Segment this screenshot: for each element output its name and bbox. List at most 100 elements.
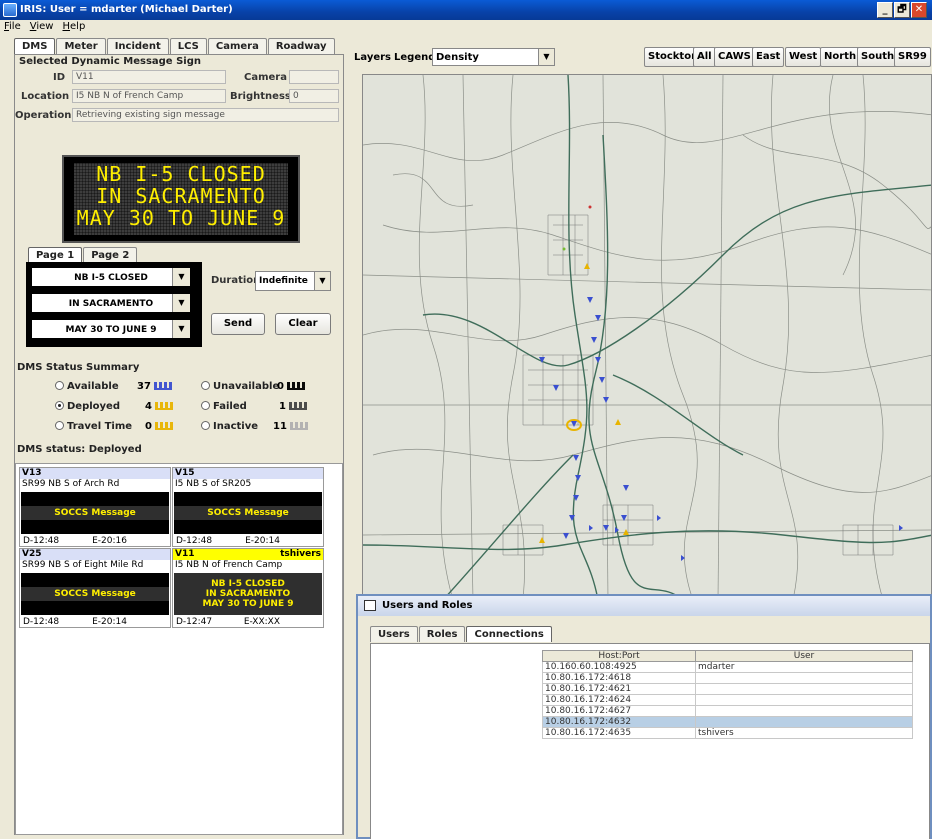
- count-value: 1: [279, 401, 286, 412]
- legend-select[interactable]: Density ▼: [432, 48, 555, 66]
- column-header-host-port[interactable]: Host:Port: [542, 650, 696, 662]
- camera-field[interactable]: [289, 70, 339, 84]
- available-count: 37: [137, 381, 172, 392]
- radio-label: Unavailable: [213, 381, 280, 392]
- layers-menu[interactable]: Layers: [354, 52, 391, 63]
- dms-card-list: V13 SR99 NB S of Arch Rd SOCCS Message D…: [15, 463, 343, 835]
- message-line-1-select[interactable]: NB I-5 CLOSED ▼: [31, 267, 191, 287]
- users-roles-tab-bar: Users Roles Connections: [370, 626, 553, 642]
- tab-roles[interactable]: Roles: [418, 626, 466, 642]
- radio-deployed[interactable]: Deployed: [55, 401, 120, 412]
- tab-users[interactable]: Users: [370, 626, 418, 642]
- column-header-user[interactable]: User: [695, 650, 913, 662]
- maximize-button[interactable]: 🗗: [894, 2, 910, 18]
- card-expire-time: E-20:14: [92, 617, 127, 627]
- send-button[interactable]: Send: [211, 313, 265, 335]
- host-port-cell: 10.80.16.172:4635: [542, 727, 696, 739]
- chevron-down-icon[interactable]: ▼: [172, 294, 190, 312]
- message-line-2-select[interactable]: IN SACRAMENTO ▼: [31, 293, 191, 313]
- card-message-line: MAY 30 TO JUNE 9: [202, 599, 294, 609]
- card-message-display: SOCCS Message: [174, 492, 322, 534]
- view-sr99-button[interactable]: SR99: [894, 47, 931, 67]
- table-row-selected[interactable]: 10.80.16.172:4632: [542, 716, 913, 728]
- tab-lcs[interactable]: LCS: [169, 38, 207, 54]
- users-roles-title-bar: Users and Roles: [358, 596, 930, 616]
- table-row[interactable]: 10.80.16.172:4618: [542, 672, 913, 684]
- card-user: tshivers: [280, 549, 321, 559]
- dms-card-v25[interactable]: V25 SR99 NB S of Eight Mile Rd SOCCS Mes…: [19, 548, 171, 628]
- minimize-button[interactable]: _: [877, 2, 893, 18]
- dms-card-v11[interactable]: V11 tshivers I5 NB N of French Camp NB I-…: [172, 548, 324, 628]
- menu-view[interactable]: View: [26, 20, 59, 32]
- view-caws-button[interactable]: CAWS: [714, 47, 755, 67]
- radio-travel-time[interactable]: Travel Time: [55, 421, 132, 432]
- radio-dot: [201, 401, 210, 410]
- table-row[interactable]: 10.80.16.172:4624: [542, 694, 913, 706]
- view-east-button[interactable]: East: [752, 47, 785, 67]
- sign-line-3: MAY 30 TO JUNE 9: [76, 206, 286, 230]
- radio-failed[interactable]: Failed: [201, 401, 247, 412]
- table-row[interactable]: 10.80.16.172:4627: [542, 705, 913, 717]
- radio-dot: [201, 381, 210, 390]
- card-location: I5 NB N of French Camp: [175, 560, 283, 570]
- dms-status-icon: [153, 382, 172, 390]
- chevron-down-icon[interactable]: ▼: [172, 268, 190, 286]
- menu-file[interactable]: File: [0, 20, 26, 32]
- clear-button[interactable]: Clear: [275, 313, 331, 335]
- dms-card-v13[interactable]: V13 SR99 NB S of Arch Rd SOCCS Message D…: [19, 467, 171, 547]
- table-row[interactable]: 10.160.60.108:4925 mdarter: [542, 661, 913, 673]
- tab-meter[interactable]: Meter: [56, 38, 106, 54]
- close-button[interactable]: ✕: [911, 2, 927, 18]
- tab-incident[interactable]: Incident: [106, 38, 169, 54]
- card-footer: D-12:47 E-XX:XX: [173, 617, 283, 628]
- user-cell: [695, 694, 913, 706]
- host-port-cell: 10.80.16.172:4624: [542, 694, 696, 706]
- message-composer: NB I-5 CLOSED ▼ IN SACRAMENTO ▼ MAY 30 TO …: [26, 262, 202, 347]
- radio-available[interactable]: Available: [55, 381, 119, 392]
- view-west-button[interactable]: West: [785, 47, 822, 67]
- radio-unavailable[interactable]: Unavailable: [201, 381, 279, 392]
- dms-status-label: DMS status: Deployed: [17, 444, 142, 455]
- window-title: IRIS: User = mdarter (Michael Darter): [20, 4, 233, 15]
- message-line-3-select[interactable]: MAY 30 TO JUNE 9 ▼: [31, 319, 191, 339]
- card-message-line: SOCCS Message: [21, 506, 169, 520]
- legend-label: Legend: [394, 52, 436, 63]
- dms-card-v15[interactable]: V15 I5 NB S of SR205 SOCCS Message D-12:…: [172, 467, 324, 547]
- table-row[interactable]: 10.80.16.172:4621: [542, 683, 913, 695]
- host-port-cell: 10.80.16.172:4618: [542, 672, 696, 684]
- card-footer: D-12:48 E-20:16: [20, 536, 130, 547]
- radio-label: Failed: [213, 401, 247, 412]
- card-deployed-time: D-12:48: [23, 617, 60, 627]
- selected-sign-title: Selected Dynamic Message Sign: [19, 56, 201, 67]
- view-south-button[interactable]: South: [857, 47, 899, 67]
- card-id: V25: [22, 549, 42, 559]
- view-north-button[interactable]: North: [820, 47, 861, 67]
- dms-status-icon: [289, 422, 308, 430]
- tab-dms[interactable]: DMS: [14, 38, 56, 54]
- card-id: V11: [175, 549, 195, 559]
- map-canvas[interactable]: [363, 75, 932, 599]
- card-message-line: NB I-5 CLOSED: [211, 579, 285, 589]
- menu-help[interactable]: Help: [58, 20, 90, 32]
- dms-status-icon: [286, 382, 305, 390]
- tab-camera[interactable]: Camera: [207, 38, 267, 54]
- tab-page-2[interactable]: Page 2: [83, 247, 138, 263]
- tab-roadway[interactable]: Roadway: [267, 38, 335, 54]
- tab-connections[interactable]: Connections: [466, 626, 552, 642]
- tab-page-1[interactable]: Page 1: [28, 247, 83, 263]
- view-all-button[interactable]: All: [693, 47, 716, 67]
- duration-value: Indefinite: [259, 276, 308, 286]
- duration-select[interactable]: Indefinite ▼: [255, 271, 331, 291]
- card-expire-time: E-XX:XX: [243, 617, 280, 627]
- chevron-down-icon[interactable]: ▼: [314, 272, 330, 290]
- radio-inactive[interactable]: Inactive: [201, 421, 258, 432]
- user-cell: [695, 672, 913, 684]
- location-field: I5 NB N of French Camp: [72, 89, 226, 103]
- table-row[interactable]: 10.80.16.172:4635 tshivers: [542, 727, 913, 739]
- id-label: ID: [53, 72, 66, 83]
- count-value: 0: [145, 421, 152, 432]
- chevron-down-icon[interactable]: ▼: [538, 49, 554, 65]
- traffic-map[interactable]: [362, 74, 932, 599]
- count-value: 4: [145, 401, 152, 412]
- chevron-down-icon[interactable]: ▼: [172, 320, 190, 338]
